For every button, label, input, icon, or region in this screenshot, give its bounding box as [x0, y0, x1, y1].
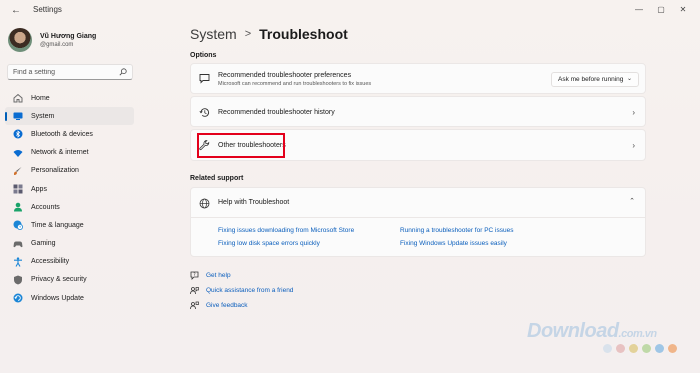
watermark-dot [642, 344, 651, 353]
help-icon: ? [190, 271, 199, 280]
history-title: Recommended troubleshooter history [218, 109, 335, 116]
history-icon [199, 108, 209, 117]
watermark-dot [603, 344, 612, 353]
chevron-up-icon[interactable]: ⌃ [629, 197, 635, 205]
help-card: Help with Troubleshoot ⌃ Fixing issues d… [190, 187, 646, 257]
feedback-icon [190, 301, 199, 310]
app-title: Settings [33, 5, 62, 14]
help-title: Help with Troubleshoot [218, 199, 290, 206]
controller-icon [13, 239, 23, 249]
watermark-dots [603, 344, 677, 353]
update-icon [13, 293, 23, 303]
bluetooth-icon [13, 129, 23, 139]
sidebar-item-system[interactable]: System [5, 107, 134, 126]
dropdown-value: Ask me before running [558, 76, 624, 83]
sidebar-item-label: Privacy & security [31, 276, 87, 284]
breadcrumb-separator: > [244, 28, 252, 40]
sidebar-item-bluetooth[interactable]: Bluetooth & devices [5, 125, 134, 143]
person-icon [13, 202, 23, 212]
maximize-button[interactable]: ▢ [650, 3, 672, 17]
settings-window: ← Settings — ▢ ✕ Vũ Hương Giang @gmail.c… [0, 0, 700, 373]
link-pc-troubleshooter[interactable]: Running a troubleshooter for PC issues [400, 227, 513, 234]
get-help-link[interactable]: Get help [206, 272, 231, 279]
sidebar-item-apps[interactable]: Apps [5, 180, 134, 198]
sidebar-item-gaming[interactable]: Gaming [5, 235, 134, 253]
watermark-dot [655, 344, 664, 353]
sidebar-item-accessibility[interactable]: Accessibility [5, 253, 134, 271]
quick-assist-icon [190, 287, 199, 295]
back-button[interactable]: ← [8, 4, 24, 18]
sidebar-item-time-language[interactable]: Time & language [5, 216, 134, 234]
apps-icon [13, 184, 23, 194]
watermark-logo: Download.com.vn [527, 320, 657, 343]
user-name: Vũ Hương Giang [40, 33, 97, 40]
globe-icon [199, 198, 210, 209]
page-title: Troubleshoot [259, 26, 348, 42]
feedback-link[interactable]: Give feedback [206, 302, 248, 309]
close-button[interactable]: ✕ [672, 3, 694, 17]
quick-assist-link[interactable]: Quick assistance from a friend [206, 287, 293, 294]
sidebar-item-personalization[interactable]: Personalization [5, 162, 134, 180]
watermark-brand: Download [527, 320, 619, 342]
sidebar-item-label: Windows Update [31, 294, 84, 302]
user-email: @gmail.com [40, 42, 74, 48]
globe-clock-icon [13, 220, 23, 231]
home-icon [13, 93, 23, 103]
sidebar-item-label: Time & language [31, 221, 84, 229]
window-controls: — ▢ ✕ [628, 3, 694, 17]
help-card-header[interactable]: Help with Troubleshoot ⌃ [191, 188, 645, 218]
avatar[interactable] [8, 28, 32, 52]
history-card[interactable]: Recommended troubleshooter history › [190, 96, 646, 127]
system-icon [13, 111, 23, 121]
preferences-dropdown[interactable]: Ask me before running ⌄ [551, 72, 639, 87]
minimize-button[interactable]: — [628, 3, 650, 17]
preferences-card[interactable]: Recommended troubleshooter preferences M… [190, 63, 646, 94]
related-support-label: Related support [190, 175, 244, 182]
breadcrumb: System > Troubleshoot [190, 26, 348, 42]
sidebar-item-label: Gaming [31, 240, 56, 248]
sidebar-item-windows-update[interactable]: Windows Update [5, 289, 134, 307]
sidebar-item-label: System [31, 112, 55, 120]
search-input[interactable] [13, 67, 113, 78]
link-store-issues[interactable]: Fixing issues downloading from Microsoft… [218, 227, 354, 234]
chat-bubble-icon [199, 74, 210, 84]
sidebar-item-network[interactable]: Network & internet [5, 144, 134, 162]
preferences-title: Recommended troubleshooter preferences [218, 72, 352, 79]
watermark-dot [629, 344, 638, 353]
watermark-tld: .com.vn [618, 328, 658, 340]
sidebar-item-label: Home [31, 94, 50, 102]
shield-icon [13, 275, 23, 285]
preferences-subtitle: Microsoft can recommend and run troubles… [218, 81, 372, 87]
link-disk-space[interactable]: Fixing low disk space errors quickly [218, 240, 320, 247]
sidebar-item-label: Apps [31, 185, 47, 193]
brush-icon [13, 166, 23, 176]
chevron-right-icon: › [632, 141, 635, 150]
search-icon[interactable] [119, 68, 127, 76]
sidebar-item-label: Bluetooth & devices [31, 130, 93, 138]
highlight-box [197, 133, 285, 158]
options-label: Options [190, 52, 217, 59]
breadcrumb-system[interactable]: System [190, 26, 237, 42]
sidebar-item-label: Personalization [31, 167, 79, 175]
chevron-down-icon: ⌄ [626, 76, 632, 82]
watermark-dot [616, 344, 625, 353]
accessibility-icon [13, 257, 23, 267]
sidebar-item-accounts[interactable]: Accounts [5, 198, 134, 216]
sidebar-item-home[interactable]: Home [5, 89, 134, 107]
search-box[interactable] [7, 64, 133, 80]
sidebar-nav: Home System Bluetooth & devices Network … [5, 89, 134, 307]
sidebar-item-privacy[interactable]: Privacy & security [5, 271, 134, 289]
chevron-right-icon: › [632, 108, 635, 117]
sidebar-item-label: Network & internet [31, 149, 89, 157]
watermark-dot [668, 344, 677, 353]
sidebar-item-label: Accounts [31, 203, 60, 211]
wifi-icon [13, 148, 23, 158]
link-windows-update[interactable]: Fixing Windows Update issues easily [400, 240, 507, 247]
sidebar-item-label: Accessibility [31, 258, 70, 266]
title-bar: ← Settings — ▢ ✕ [0, 0, 700, 22]
